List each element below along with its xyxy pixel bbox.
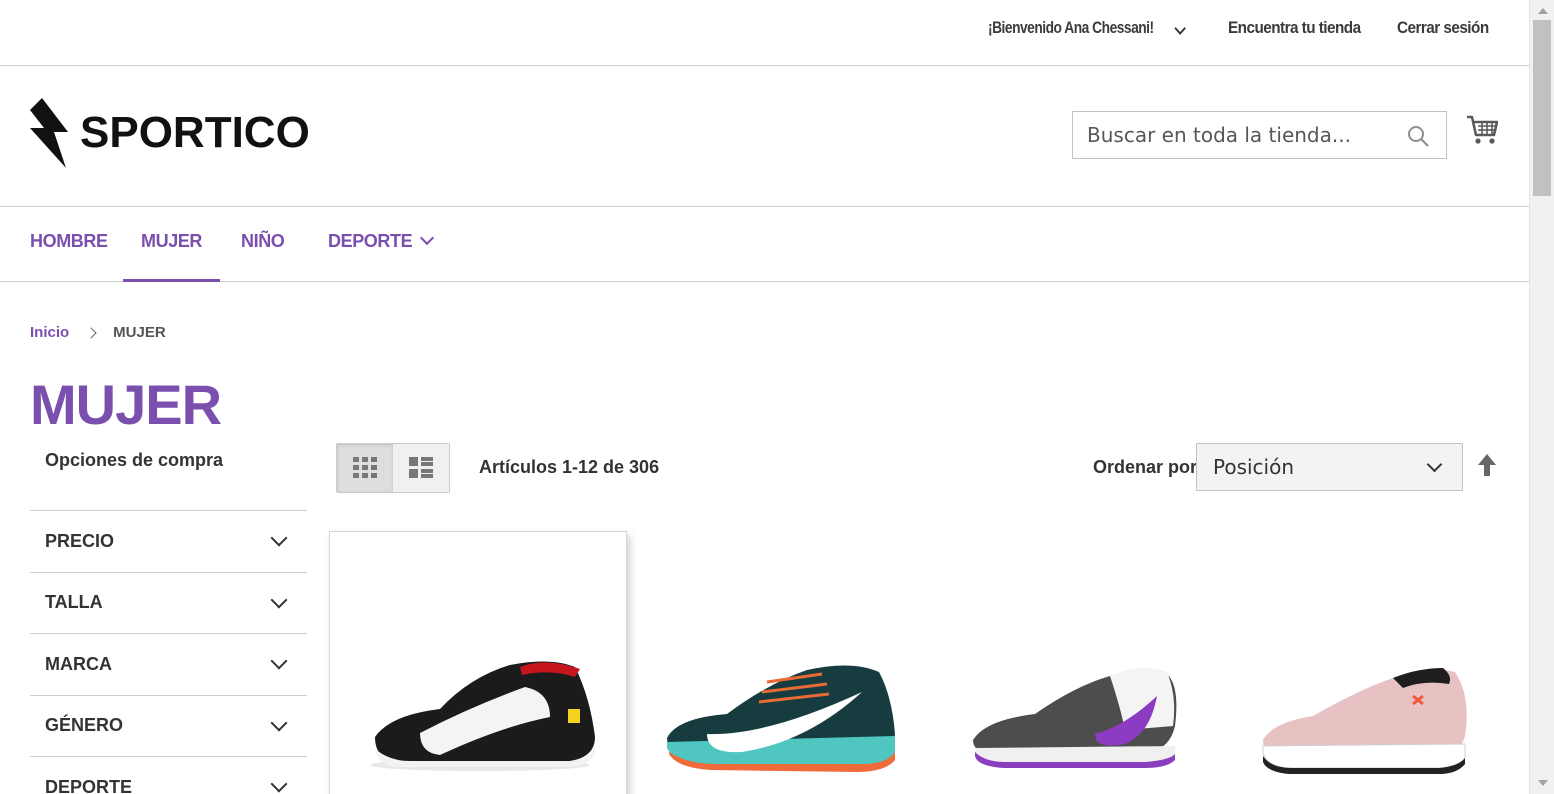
search-icon[interactable] — [1406, 124, 1430, 148]
nav-item-deporte[interactable]: DEPORTE — [328, 230, 435, 252]
filter-deporte[interactable]: DEPORTE — [30, 756, 307, 794]
header: SPORTICO — [0, 66, 1529, 207]
view-mode-switcher — [336, 443, 450, 493]
chevron-down-icon — [1426, 456, 1443, 473]
product-image-under-armour-pink-sneaker — [1262, 668, 1467, 774]
logout-link[interactable]: Cerrar sesión — [1397, 18, 1489, 38]
filter-label: GÉNERO — [45, 715, 124, 736]
chevron-down-icon — [270, 652, 288, 670]
page: ¡Bienvenido Ana Chessani! Encuentra tu t… — [0, 0, 1529, 794]
main-nav: HOMBRE MUJER NIÑO DEPORTE — [0, 207, 1529, 282]
filter-talla[interactable]: TALLA — [30, 571, 307, 634]
scroll-down-arrow-icon[interactable] — [1538, 780, 1548, 786]
find-store-link[interactable]: Encuentra tu tienda — [1228, 18, 1361, 38]
search-input[interactable] — [1087, 112, 1407, 158]
sort-select[interactable]: Posición — [1196, 443, 1463, 491]
filter-marca[interactable]: MARCA — [30, 633, 307, 695]
products-toolbar: Artículos 1-12 de 306 Ordenar por Posici… — [336, 443, 1499, 493]
chevron-down-icon — [1174, 22, 1186, 35]
scroll-up-arrow-icon[interactable] — [1538, 8, 1548, 14]
filter-label: MARCA — [45, 653, 112, 674]
breadcrumb: Inicio MUJER — [30, 324, 166, 341]
product-grid — [329, 531, 1499, 794]
chevron-down-icon — [270, 591, 288, 609]
product-card[interactable] — [1223, 531, 1521, 794]
welcome-text: ¡Bienvenido Ana Chessani! — [988, 18, 1154, 37]
welcome-menu[interactable]: ¡Bienvenido Ana Chessani! — [988, 18, 1186, 38]
filter-label: PRECIO — [45, 530, 115, 551]
chevron-down-icon — [270, 775, 288, 793]
nav-item-nino[interactable]: NIÑO — [241, 231, 285, 252]
top-bar: ¡Bienvenido Ana Chessani! Encuentra tu t… — [0, 0, 1529, 66]
filter-label: DEPORTE — [45, 776, 133, 794]
product-image-nike-teal-sneaker — [667, 665, 895, 772]
list-view-button[interactable] — [393, 444, 449, 492]
filter-label: TALLA — [45, 592, 103, 613]
product-card[interactable] — [627, 531, 925, 794]
nav-item-mujer[interactable]: MUJER — [122, 231, 221, 282]
sort-direction-arrow-up-icon[interactable] — [1477, 453, 1497, 477]
brand-name: SPORTICO — [80, 108, 310, 157]
sidebar-heading: Opciones de compra — [45, 450, 224, 470]
grid-view-button[interactable] — [337, 444, 393, 492]
product-image-nike-purple-sneaker — [973, 667, 1177, 768]
sort-label: Ordenar por — [1093, 457, 1198, 477]
nav-item-deporte-label: DEPORTE — [328, 231, 413, 251]
item-count: Artículos 1-12 de 306 — [479, 457, 660, 477]
product-image-puma-sneaker — [370, 661, 595, 771]
sort-selected-value: Posición — [1213, 455, 1295, 479]
filter-precio[interactable]: PRECIO — [30, 510, 307, 572]
breadcrumb-home-link[interactable]: Inicio — [30, 324, 69, 341]
filter-sidebar: Opciones de compra PRECIO TALLA MARCA GÉ… — [30, 450, 307, 794]
top-links: ¡Bienvenido Ana Chessani! Encuentra tu t… — [988, 18, 1499, 38]
page-title: MUJER — [30, 373, 222, 436]
chevron-down-icon — [420, 230, 435, 246]
vertical-scrollbar[interactable] — [1529, 0, 1554, 794]
breadcrumb-current: MUJER — [113, 324, 166, 341]
nav-item-hombre[interactable]: HOMBRE — [30, 231, 108, 252]
cart-icon[interactable] — [1466, 114, 1498, 146]
chevron-down-icon — [270, 714, 288, 732]
chevron-down-icon — [270, 529, 288, 547]
logo[interactable]: SPORTICO — [30, 98, 310, 168]
search-box — [1072, 111, 1447, 159]
product-card[interactable] — [329, 531, 627, 794]
filter-genero[interactable]: GÉNERO — [30, 694, 307, 757]
product-card[interactable] — [925, 531, 1223, 794]
logo-mark-icon — [30, 98, 68, 168]
scrollbar-thumb[interactable] — [1533, 20, 1551, 196]
grid-icon — [353, 457, 377, 478]
chevron-right-icon — [85, 326, 97, 339]
list-icon — [409, 457, 433, 478]
